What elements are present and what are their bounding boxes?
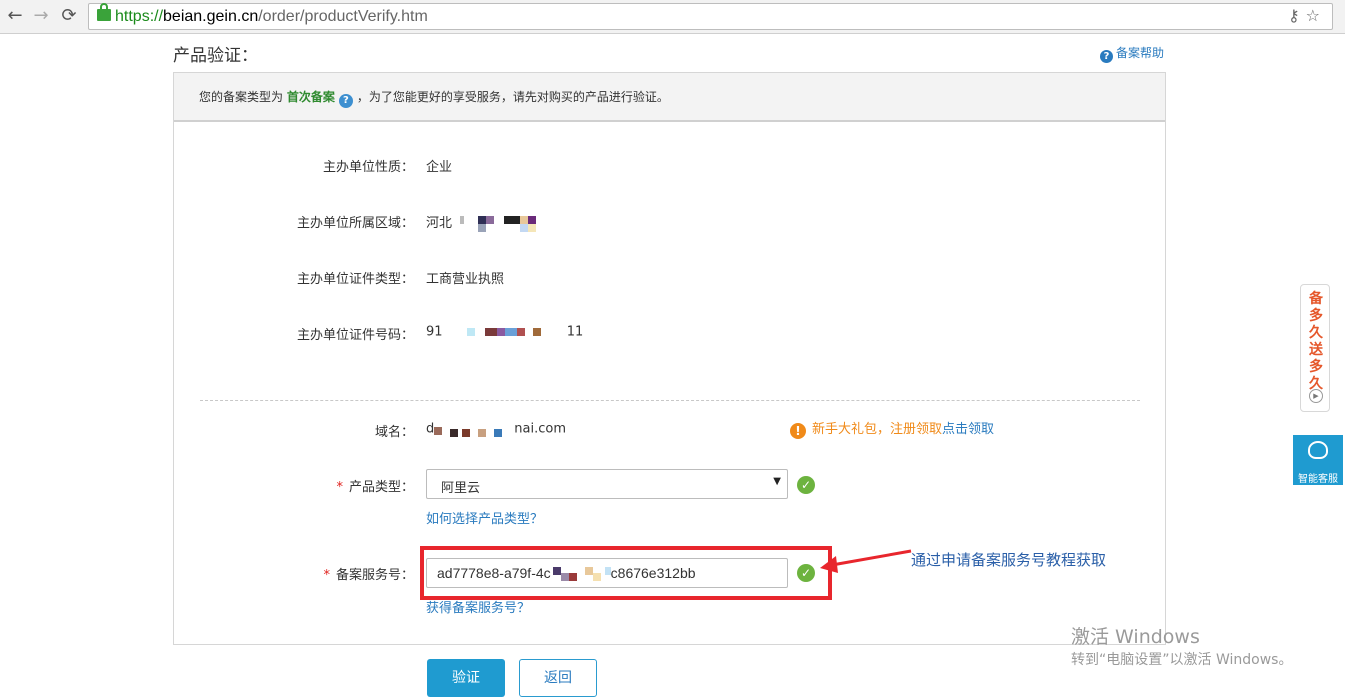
- address-bar[interactable]: https://beian.gein.cn/order/productVerif…: [88, 3, 1333, 30]
- play-icon[interactable]: ▶: [1309, 389, 1323, 403]
- product-type-select[interactable]: 阿里云 ▼: [426, 469, 788, 499]
- headset-icon: [1308, 441, 1328, 459]
- cert-type-value: 工商营业执照: [426, 272, 505, 287]
- highlight-box: [420, 546, 832, 600]
- smart-service-label: 智能客服: [1298, 474, 1338, 485]
- cert-type-label: 主办单位证件类型：: [296, 272, 414, 287]
- cert-no-value: 91 11: [426, 324, 584, 340]
- org-region-value: 河北: [426, 212, 546, 232]
- omnibox-icons: ⚷☆: [1288, 6, 1326, 25]
- filing-type: 首次备案: [286, 90, 335, 104]
- back-icon[interactable]: ←: [4, 5, 26, 27]
- verify-button[interactable]: 验证: [427, 659, 505, 697]
- org-nature-label: 主办单位性质：: [322, 160, 414, 175]
- side-promo-text: 备多久送多久: [1309, 291, 1323, 392]
- side-promo-banner[interactable]: 备多久送多久 ▶: [1300, 284, 1330, 412]
- gift-claim-link[interactable]: 点击领取: [942, 422, 994, 437]
- redacted-mosaic: [434, 421, 514, 437]
- redacted-mosaic: [456, 215, 546, 232]
- serial-label: * 备案服务号：: [323, 568, 414, 583]
- check-icon: ✓: [797, 476, 815, 494]
- org-region-label: 主办单位所属区域：: [296, 216, 414, 231]
- page-title: 产品验证：: [173, 46, 258, 66]
- notice-bar: 您的备案类型为 首次备案? ，为了您能更好的享受服务，请先对购买的产品进行验证。: [174, 73, 1165, 122]
- lock-icon: [97, 3, 111, 21]
- domain-value: d nai.com: [426, 421, 566, 437]
- info-icon: !: [790, 423, 806, 439]
- smart-service-button[interactable]: 智能客服: [1293, 435, 1343, 485]
- domain-label: 域名：: [374, 425, 414, 440]
- filing-type-help-icon[interactable]: ?: [338, 94, 353, 108]
- filing-help-link[interactable]: ? 备案帮助: [1100, 44, 1164, 63]
- windows-watermark-title: 激活 Windows: [1071, 626, 1200, 648]
- key-icon[interactable]: ⚷: [1288, 6, 1306, 25]
- forward-icon[interactable]: →: [30, 5, 52, 27]
- redacted-mosaic: [447, 324, 567, 340]
- help-icon: ?: [1100, 50, 1113, 63]
- gift-promo: ! 新手大礼包，注册领取点击领取: [790, 418, 994, 439]
- cert-no-label: 主办单位证件号码：: [296, 328, 414, 343]
- product-type-selected: 阿里云: [441, 481, 481, 496]
- annotation-arrow: [820, 549, 912, 573]
- product-type-label: * 产品类型：: [336, 480, 414, 495]
- back-button[interactable]: 返回: [519, 659, 597, 697]
- dropdown-caret-icon: ▼: [773, 476, 781, 487]
- reload-icon[interactable]: ⟳: [58, 5, 80, 27]
- bookmark-star-icon[interactable]: ☆: [1306, 6, 1326, 25]
- url-text: https://beian.gein.cn/order/productVerif…: [115, 8, 428, 25]
- windows-watermark-subtitle: 转到“电脑设置”以激活 Windows。: [1071, 652, 1293, 668]
- notice-text: 您的备案类型为 首次备案? ，为了您能更好的享受服务，请先对购买的产品进行验证。: [199, 90, 669, 108]
- serial-help-link[interactable]: 获得备案服务号？: [426, 597, 530, 616]
- org-nature-value: 企业: [426, 160, 453, 175]
- annotation-text: 通过申请备案服务号教程获取: [911, 551, 1107, 569]
- product-type-help-link[interactable]: 如何选择产品类型？: [426, 508, 543, 527]
- section-divider: [200, 400, 1140, 401]
- browser-toolbar: ← → ⟳ https://beian.gein.cn/order/produc…: [0, 0, 1345, 34]
